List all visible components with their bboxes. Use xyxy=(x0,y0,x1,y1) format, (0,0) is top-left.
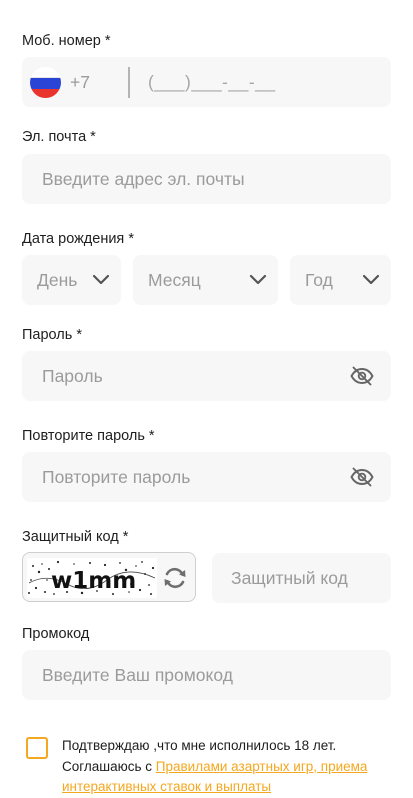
chevron-down-icon xyxy=(92,274,110,285)
day-select[interactable]: День xyxy=(22,255,121,305)
password-repeat-label: Повторите пароль * xyxy=(22,428,155,444)
captcha-placeholder: Защитный код xyxy=(231,568,348,588)
russia-flag-icon[interactable] xyxy=(30,67,61,98)
year-placeholder: Год xyxy=(305,270,333,290)
country-code[interactable]: +7 xyxy=(70,57,90,107)
year-select[interactable]: Год xyxy=(290,255,391,305)
month-select[interactable]: Месяц xyxy=(133,255,278,305)
phone-input[interactable]: (___)___-__-__ xyxy=(148,57,276,107)
birthdate-label: Дата рождения * xyxy=(22,231,134,247)
promo-field[interactable]: Введите Ваш промокод xyxy=(22,650,391,700)
captcha-image: w1mm xyxy=(27,558,157,598)
promo-label: Промокод xyxy=(22,626,90,642)
password-placeholder: Пароль xyxy=(42,366,103,386)
promo-placeholder: Введите Ваш промокод xyxy=(42,665,233,685)
captcha-input[interactable]: Защитный код xyxy=(212,553,391,603)
email-field[interactable]: Введите адрес эл. почты xyxy=(22,154,391,204)
refresh-icon[interactable] xyxy=(162,565,188,591)
email-placeholder: Введите адрес эл. почты xyxy=(42,169,245,189)
day-placeholder: День xyxy=(37,270,78,290)
chevron-down-icon xyxy=(362,274,380,285)
chevron-down-icon xyxy=(249,274,267,285)
password-repeat-field[interactable]: Повторите пароль xyxy=(22,452,391,502)
captcha-label: Защитный код * xyxy=(22,529,129,545)
agreement-checkbox[interactable] xyxy=(26,737,48,759)
phone-label: Моб. номер * xyxy=(22,33,111,49)
captcha-text: w1mm xyxy=(51,568,136,594)
agreement-text: Подтверждаю ,что мне исполнилось 18 лет.… xyxy=(62,736,392,798)
phone-field[interactable]: +7 (___)___-__-__ xyxy=(22,57,391,107)
password-field[interactable]: Пароль xyxy=(22,351,391,401)
month-placeholder: Месяц xyxy=(148,270,201,290)
password-label: Пароль * xyxy=(22,327,82,343)
phone-divider xyxy=(128,67,130,98)
eye-slash-icon[interactable] xyxy=(350,465,374,489)
captcha-box: w1mm xyxy=(22,552,196,602)
password-repeat-placeholder: Повторите пароль xyxy=(42,467,191,487)
email-label: Эл. почта * xyxy=(22,129,96,145)
eye-slash-icon[interactable] xyxy=(350,364,374,388)
